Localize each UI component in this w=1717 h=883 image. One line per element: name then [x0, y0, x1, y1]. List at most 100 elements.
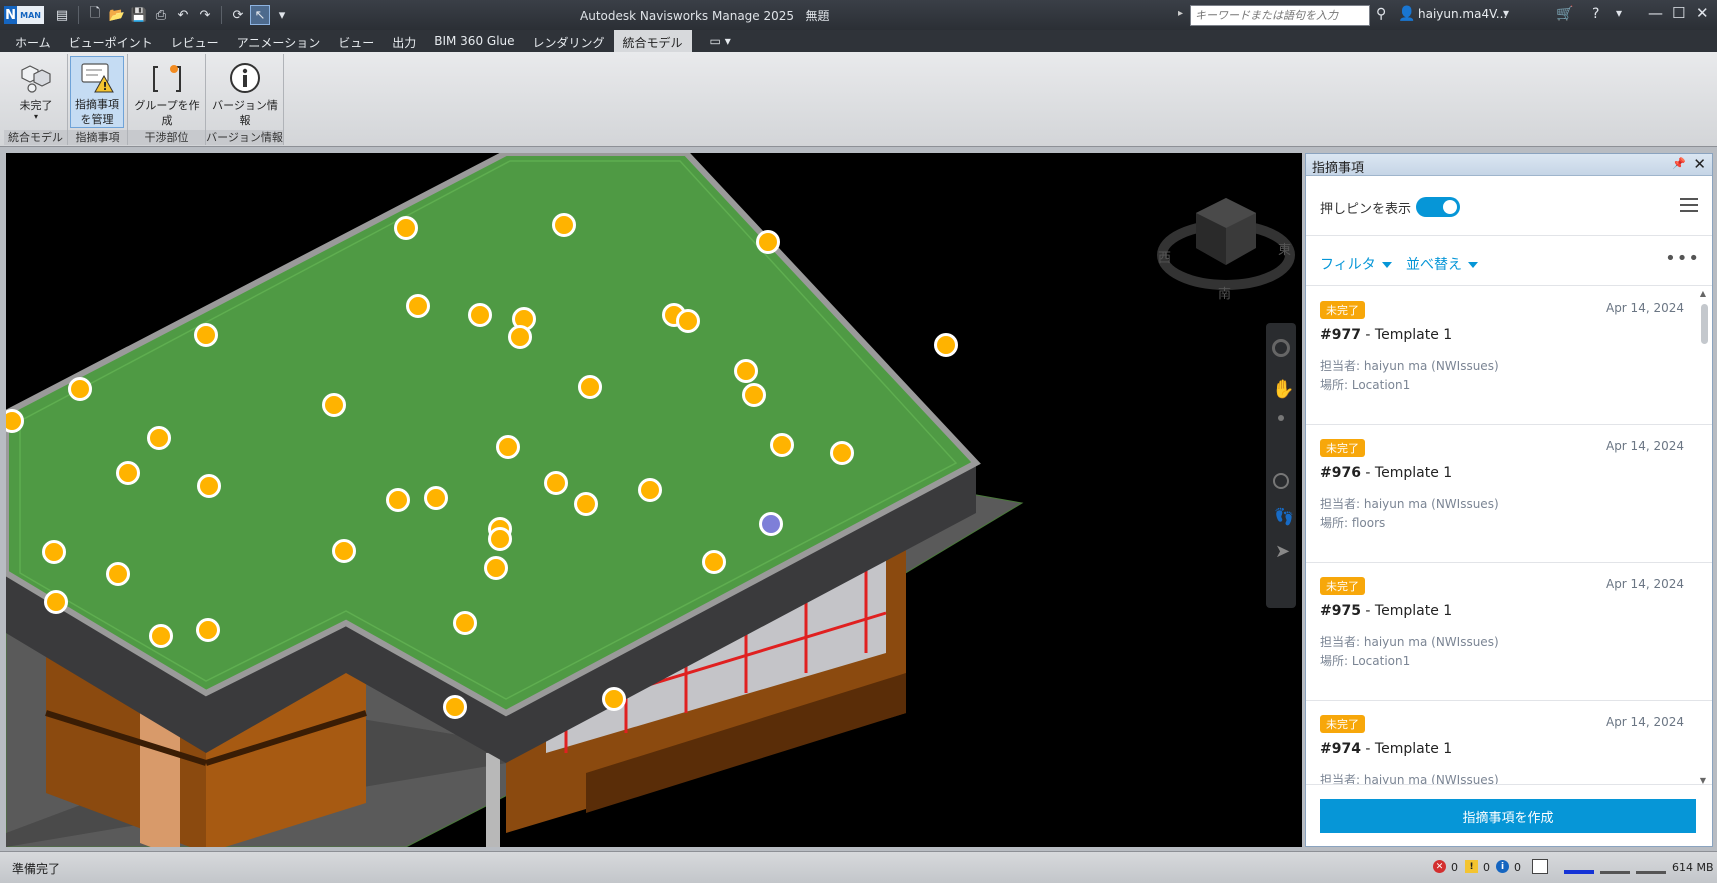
select-arrow-icon[interactable]: ➤ — [1275, 541, 1290, 562]
ribbon-tab[interactable]: レンダリング — [524, 30, 614, 52]
issue-pin[interactable] — [508, 325, 532, 349]
issue-pin[interactable] — [770, 433, 794, 457]
issue-card[interactable]: 未完了 Apr 14, 2024 #975 - Template 1 担当者: hai… — [1306, 563, 1712, 701]
options-icon[interactable]: ▤ — [52, 5, 72, 25]
help-icon[interactable]: ? — [1592, 6, 1599, 22]
issue-pin[interactable] — [734, 359, 758, 383]
issue-pin[interactable] — [574, 492, 598, 516]
close-icon[interactable]: ✕ — [1696, 4, 1709, 22]
issue-pin[interactable] — [488, 527, 512, 551]
selected-issue-pin[interactable] — [759, 512, 783, 536]
new-file-icon[interactable]: 🗋 — [85, 5, 105, 25]
issue-pin[interactable] — [42, 540, 66, 564]
issue-pin[interactable] — [552, 213, 576, 237]
issue-pin[interactable] — [544, 471, 568, 495]
issue-pin[interactable] — [386, 488, 410, 512]
issue-pin[interactable] — [602, 687, 626, 711]
open-status-button[interactable]: 未完了 ▾ — [10, 56, 62, 121]
issue-pin[interactable] — [106, 562, 130, 586]
issue-pin[interactable] — [934, 333, 958, 357]
issue-card[interactable]: 未完了 Apr 14, 2024 #974 - Template 1 担当者: hai… — [1306, 701, 1712, 787]
issue-pin[interactable] — [742, 383, 766, 407]
ribbon-tab[interactable]: 統合モデル — [613, 30, 692, 52]
issue-pin[interactable] — [149, 624, 173, 648]
viewcube-south[interactable]: 南 — [1218, 283, 1231, 302]
ribbon-tab[interactable]: 出力 — [383, 30, 425, 52]
binoculars-icon[interactable]: ⚲ — [1376, 6, 1386, 22]
redo-icon[interactable]: ↷ — [195, 5, 215, 25]
minimize-icon[interactable]: — — [1648, 4, 1663, 22]
ribbon-display-options-icon[interactable]: ▭ ▾ — [692, 30, 740, 52]
warning-icon[interactable]: ! — [1465, 860, 1478, 873]
issue-list-scrollbar[interactable]: ▲ ▼ — [1698, 287, 1710, 787]
issue-pin[interactable] — [484, 556, 508, 580]
issue-pin[interactable] — [394, 216, 418, 240]
help-search-input[interactable] — [1190, 5, 1370, 26]
3d-viewport[interactable]: 西 東 南 ✋ 👣 ➤ — [6, 153, 1302, 847]
ribbon-tab[interactable]: BIM 360 Glue — [425, 30, 523, 52]
scroll-thumb[interactable] — [1701, 304, 1708, 344]
issue-pin[interactable] — [147, 426, 171, 450]
issue-pin[interactable] — [196, 618, 220, 642]
issue-pin[interactable] — [638, 478, 662, 502]
issue-pin[interactable] — [676, 309, 700, 333]
chevron-right-icon[interactable]: ▸ — [1178, 8, 1183, 19]
show-pins-toggle[interactable] — [1416, 197, 1460, 217]
viewcube-west[interactable]: 西 — [1158, 247, 1171, 266]
issue-pin[interactable] — [443, 695, 467, 719]
issue-pin[interactable] — [332, 539, 356, 563]
menu-icon[interactable] — [1680, 198, 1698, 216]
issue-pin[interactable] — [468, 303, 492, 327]
ribbon-tab[interactable]: アニメーション — [228, 30, 330, 52]
issue-pin[interactable] — [496, 435, 520, 459]
help-dropdown-icon[interactable]: ▾ — [1616, 6, 1622, 20]
viewcube-east[interactable]: 東 — [1278, 239, 1291, 258]
select-cursor-icon[interactable]: ↖ — [250, 5, 270, 25]
ribbon-tab[interactable]: ビュー — [329, 30, 383, 52]
open-folder-icon[interactable]: 📂 — [107, 5, 127, 25]
maximize-icon[interactable]: ☐ — [1672, 4, 1685, 22]
issue-pin[interactable] — [756, 230, 780, 254]
refresh-icon[interactable]: ⟳ — [228, 5, 248, 25]
save-icon[interactable]: 💾 — [129, 5, 149, 25]
qat-dropdown-icon[interactable]: ▾ — [272, 5, 292, 25]
print-icon[interactable]: ⎙ — [151, 5, 171, 25]
user-icon[interactable]: 👤 — [1398, 6, 1415, 22]
app-logo[interactable]: N MAN — [4, 5, 44, 25]
zoom-icon[interactable] — [1278, 415, 1284, 421]
issue-pin[interactable] — [116, 461, 140, 485]
ribbon-tab[interactable]: レビュー — [162, 30, 228, 52]
sheet-browser-icon[interactable] — [1532, 859, 1548, 874]
issue-pin[interactable] — [194, 323, 218, 347]
sort-button[interactable]: 並べ替え — [1406, 254, 1478, 274]
issue-pin[interactable] — [406, 294, 430, 318]
create-group-button[interactable]: グループを作成 — [130, 56, 204, 128]
pan-hand-icon[interactable]: ✋ — [1272, 379, 1294, 400]
filter-button[interactable]: フィルタ — [1320, 254, 1392, 274]
undo-icon[interactable]: ↶ — [173, 5, 193, 25]
orbit-icon[interactable] — [1273, 473, 1289, 489]
issue-card[interactable]: 未完了 Apr 14, 2024 #976 - Template 1 担当者: hai… — [1306, 425, 1712, 563]
issue-pin[interactable] — [68, 377, 92, 401]
user-dropdown-icon[interactable]: ▾ — [1503, 6, 1509, 20]
create-issue-button[interactable]: 指摘事項を作成 — [1320, 799, 1696, 833]
issue-card[interactable]: 未完了 Apr 14, 2024 #977 - Template 1 担当者: hai… — [1306, 287, 1712, 425]
manage-issues-button[interactable]: ! 指摘事項 を管理 — [70, 56, 124, 128]
ribbon-tab[interactable]: ホーム — [6, 30, 60, 52]
issue-pin[interactable] — [453, 611, 477, 635]
cart-icon[interactable]: 🛒 — [1556, 6, 1573, 22]
pin-icon[interactable]: 📌 — [1672, 157, 1686, 170]
ribbon-tab[interactable]: ビューポイント — [60, 30, 162, 52]
issue-pin[interactable] — [197, 474, 221, 498]
more-options-icon[interactable]: ••• — [1665, 248, 1700, 269]
info-icon[interactable]: i — [1496, 860, 1509, 873]
issue-pin[interactable] — [830, 441, 854, 465]
steering-wheel-icon[interactable] — [1272, 339, 1290, 357]
scroll-up-icon[interactable]: ▲ — [1700, 289, 1706, 298]
close-icon[interactable]: ✕ — [1693, 155, 1706, 173]
version-info-button[interactable]: バージョン情報 — [208, 56, 282, 128]
walk-footprint-icon[interactable]: 👣 — [1274, 507, 1294, 526]
user-name[interactable]: haiyun.ma4V... — [1418, 7, 1507, 21]
issue-pin[interactable] — [578, 375, 602, 399]
issue-pin[interactable] — [44, 590, 68, 614]
